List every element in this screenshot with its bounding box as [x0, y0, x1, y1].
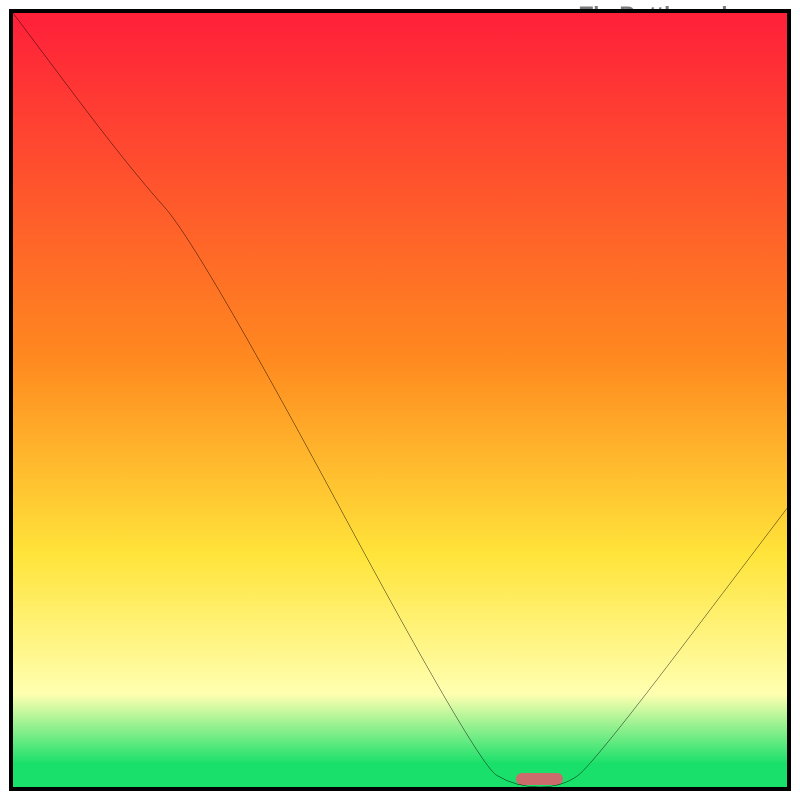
chart-frame	[9, 9, 791, 791]
gradient-background	[13, 13, 787, 787]
optimal-marker	[516, 773, 562, 785]
